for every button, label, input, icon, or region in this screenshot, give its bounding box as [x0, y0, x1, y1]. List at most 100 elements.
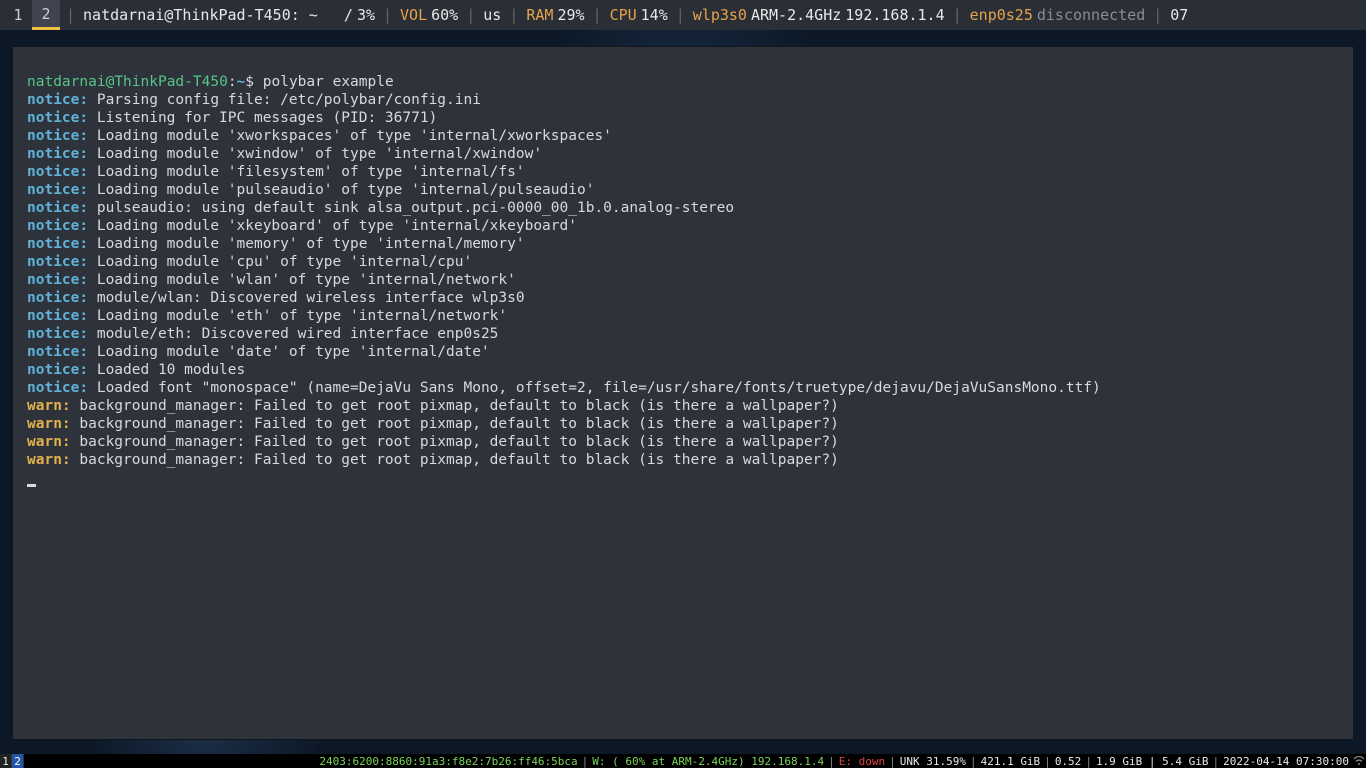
terminal-window[interactable]: natdarnai@ThinkPad-T450:~$ polybar examp…: [12, 46, 1354, 740]
output-text: module/wlan: Discovered wireless interfa…: [88, 290, 525, 306]
output-line: notice: Loaded 10 modules: [27, 361, 1339, 379]
warn-tag: warn:: [27, 398, 71, 414]
separator: |: [466, 6, 475, 24]
output-line: warn: background_manager: Failed to get …: [27, 397, 1339, 415]
fs-mount: /: [344, 6, 353, 24]
notice-tag: notice:: [27, 92, 88, 108]
fs-percent: 3%: [357, 6, 375, 24]
separator: |: [827, 755, 836, 768]
workspace-2[interactable]: 2: [32, 0, 60, 30]
separator: |: [593, 6, 602, 24]
separator: |: [581, 755, 590, 768]
output-line: notice: Loading module 'cpu' of type 'in…: [27, 253, 1339, 271]
wlan-essid: ARM-2.4GHz: [751, 6, 841, 24]
output-line: notice: Loading module 'wlan' of type 'i…: [27, 271, 1339, 289]
separator: |: [383, 6, 392, 24]
terminal-output: notice: Parsing config file: /etc/polyba…: [27, 91, 1339, 469]
output-text: background_manager: Failed to get root p…: [71, 452, 839, 468]
date-truncated: 07: [1170, 6, 1188, 24]
notice-tag: notice:: [27, 362, 88, 378]
volume-value[interactable]: 60%: [431, 6, 458, 24]
output-text: Loading module 'xworkspaces' of type 'in…: [88, 128, 612, 144]
output-text: background_manager: Failed to get root p…: [71, 434, 839, 450]
status-disk: 421.1 GiB: [978, 755, 1044, 768]
prompt-line: natdarnai@ThinkPad-T450:~$ polybar examp…: [27, 73, 1339, 91]
output-text: Loaded 10 modules: [88, 362, 245, 378]
wifi-icon: [1352, 754, 1366, 768]
output-line: notice: Parsing config file: /etc/polyba…: [27, 91, 1339, 109]
output-text: background_manager: Failed to get root p…: [71, 398, 839, 414]
output-line: notice: Listening for IPC messages (PID:…: [27, 109, 1339, 127]
separator: |: [1212, 755, 1221, 768]
output-text: Loading module 'pulseaudio' of type 'int…: [88, 182, 594, 198]
status-datetime: 2022-04-14 07:30:00: [1220, 755, 1352, 768]
output-line: notice: Loading module 'memory' of type …: [27, 235, 1339, 253]
output-line: notice: module/eth: Discovered wired int…: [27, 325, 1339, 343]
notice-tag: notice:: [27, 218, 88, 234]
ram-label: RAM: [526, 6, 553, 24]
i3bar-bottom: 1 2 2403:6200:8860:91a3:f8e2:7b26:ff46:5…: [0, 754, 1366, 768]
prompt-user: natdarnai: [27, 74, 106, 90]
notice-tag: notice:: [27, 146, 88, 162]
status-ipv6: 2403:6200:8860:91a3:f8e2:7b26:ff46:5bca: [316, 755, 580, 768]
output-line: notice: Loading module 'xkeyboard' of ty…: [27, 217, 1339, 235]
separator: |: [1084, 755, 1093, 768]
output-text: Loading module 'eth' of type 'internal/n…: [88, 308, 507, 324]
separator: |: [1153, 6, 1162, 24]
i3-workspace-2[interactable]: 2: [12, 754, 24, 768]
output-text: Parsing config file: /etc/polybar/config…: [88, 92, 481, 108]
warn-tag: warn:: [27, 434, 71, 450]
prompt-symbol: $: [245, 74, 254, 90]
notice-tag: notice:: [27, 326, 88, 342]
wlan-ip: 192.168.1.4: [845, 6, 944, 24]
separator: |: [953, 6, 962, 24]
notice-tag: notice:: [27, 290, 88, 306]
cursor: [27, 484, 36, 487]
warn-tag: warn:: [27, 452, 71, 468]
status-battery: UNK 31.59%: [897, 755, 969, 768]
output-line: notice: pulseaudio: using default sink a…: [27, 199, 1339, 217]
separator: |: [66, 6, 75, 24]
output-text: Loading module 'memory' of type 'interna…: [88, 236, 525, 252]
output-line: warn: background_manager: Failed to get …: [27, 433, 1339, 451]
output-line: notice: module/wlan: Discovered wireless…: [27, 289, 1339, 307]
output-text: Loading module 'wlan' of type 'internal/…: [88, 272, 516, 288]
wlan-iface: wlp3s0: [693, 6, 747, 24]
output-text: Listening for IPC messages (PID: 36771): [88, 110, 437, 126]
cpu-value: 14%: [641, 6, 668, 24]
output-text: Loading module 'xkeyboard' of type 'inte…: [88, 218, 577, 234]
notice-tag: notice:: [27, 110, 88, 126]
output-line: notice: Loading module 'xworkspaces' of …: [27, 127, 1339, 145]
keyboard-layout: us: [483, 6, 501, 24]
output-text: Loading module 'xwindow' of type 'intern…: [88, 146, 542, 162]
separator: |: [509, 6, 518, 24]
ram-value: 29%: [557, 6, 584, 24]
notice-tag: notice:: [27, 308, 88, 324]
notice-tag: notice:: [27, 380, 88, 396]
status-wifi: W: ( 60% at ARM-2.4GHz) 192.168.1.4: [589, 755, 827, 768]
output-line: notice: Loading module 'date' of type 'i…: [27, 343, 1339, 361]
output-text: Loading module 'cpu' of type 'internal/c…: [88, 254, 472, 270]
notice-tag: notice:: [27, 272, 88, 288]
warn-tag: warn:: [27, 416, 71, 432]
output-line: notice: Loading module 'filesystem' of t…: [27, 163, 1339, 181]
output-line: notice: Loaded font "monospace" (name=De…: [27, 379, 1339, 397]
notice-tag: notice:: [27, 344, 88, 360]
output-text: Loaded font "monospace" (name=DejaVu San…: [88, 380, 1101, 396]
eth-iface: enp0s25: [970, 6, 1033, 24]
workspace-1[interactable]: 1: [4, 0, 32, 30]
volume-label[interactable]: VOL: [400, 6, 427, 24]
output-line: notice: Loading module 'eth' of type 'in…: [27, 307, 1339, 325]
notice-tag: notice:: [27, 236, 88, 252]
notice-tag: notice:: [27, 128, 88, 144]
i3-workspace-1[interactable]: 1: [0, 754, 12, 768]
status-load: 0.52: [1052, 755, 1085, 768]
separator: |: [676, 6, 685, 24]
output-line: warn: background_manager: Failed to get …: [27, 415, 1339, 433]
prompt-path: ~: [237, 74, 246, 90]
separator: |: [969, 755, 978, 768]
separator: |: [888, 755, 897, 768]
notice-tag: notice:: [27, 254, 88, 270]
status-mem: 1.9 GiB | 5.4 GiB: [1093, 755, 1212, 768]
polybar-top: 1 2 | natdarnai@ThinkPad-T450: ~ / 3% | …: [0, 0, 1366, 30]
